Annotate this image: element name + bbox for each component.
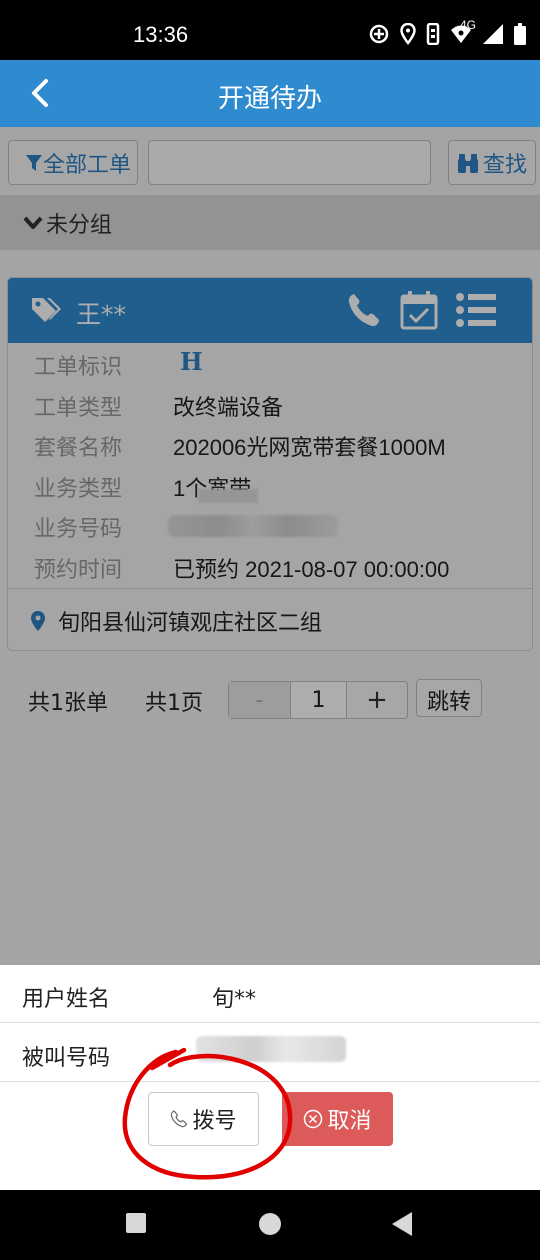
dialog-label: 用户姓名 [22,987,111,1012]
dialog-row-user-name: 用户姓名 旬** [0,965,540,1023]
recents-button[interactable] [126,1213,146,1233]
cancel-button[interactable]: 取消 [282,1092,393,1146]
dial-dialog: 用户姓名 旬** 被叫号码 拨号 取消 [0,965,540,1190]
signal-icon: 4G [460,18,504,46]
status-time: 13:36 [133,22,189,47]
close-circle-icon [304,1109,323,1129]
dialog-row-called-number: 被叫号码 [0,1024,540,1082]
vibrate-icon [426,22,440,46]
network-type: 4G [460,18,477,32]
home-button[interactable] [259,1213,281,1235]
system-nav-bar [0,1190,540,1260]
cancel-label: 取消 [327,1109,372,1134]
battery-icon [514,22,526,46]
phone-icon [171,1110,188,1128]
page-title: 开通待办 [217,84,322,114]
modal-overlay[interactable] [0,127,540,965]
dial-label: 拨号 [192,1109,237,1134]
back-nav-button[interactable] [392,1212,412,1236]
status-icons: 4G [368,18,526,46]
redaction-blur [196,1036,346,1062]
location-icon [400,22,416,46]
dialog-value: 旬** [212,987,257,1012]
dialog-label: 被叫号码 [22,1046,111,1071]
app-bar: 开通待办 [0,60,540,127]
data-saver-icon [368,22,390,46]
status-bar: 13:36 4G [0,0,540,60]
dial-button[interactable]: 拨号 [148,1092,259,1146]
